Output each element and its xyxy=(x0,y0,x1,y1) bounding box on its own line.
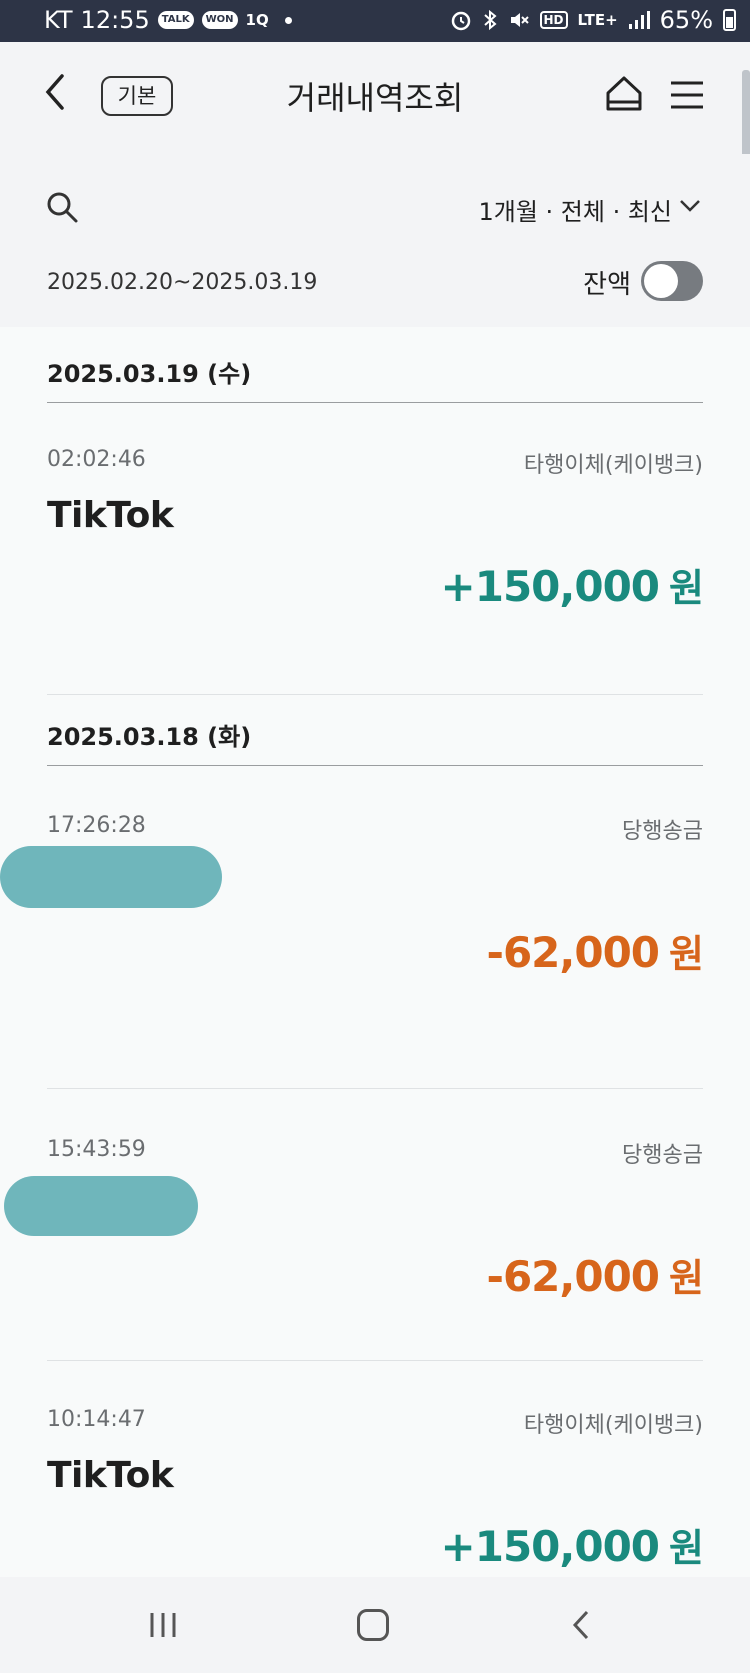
transaction-item[interactable]: 17:26:28 당행송금 -62,000 원 xyxy=(0,813,750,1063)
transaction-time: 15:43:59 xyxy=(47,1137,146,1162)
scrollbar-thumb[interactable] xyxy=(742,70,750,162)
bluetooth-icon xyxy=(483,9,497,31)
system-nav-bar xyxy=(0,1577,750,1673)
search-icon[interactable] xyxy=(45,190,79,224)
currency-unit: 원 xyxy=(669,1256,704,1300)
amount-sign: + xyxy=(440,1522,476,1571)
transaction-type: 타행이체(케이뱅크) xyxy=(523,1413,703,1438)
balance-toggle[interactable] xyxy=(641,261,703,301)
carrier-label: KT xyxy=(44,6,73,34)
kakaotalk-icon: TALK xyxy=(157,11,194,29)
date-header: 2025.03.19 (수) xyxy=(47,360,252,388)
home-button-icon[interactable] xyxy=(357,1609,389,1641)
alarm-icon xyxy=(451,11,470,31)
redaction-mark xyxy=(0,846,222,908)
divider xyxy=(47,1088,703,1089)
chevron-down-icon[interactable] xyxy=(678,198,702,214)
amount-value: 62,000 xyxy=(502,1252,660,1301)
status-left: KT 12:55 TALK WON 1Q xyxy=(44,6,292,34)
amount-sign: - xyxy=(486,1252,504,1301)
currency-unit: 원 xyxy=(669,566,704,610)
battery-percent: 65% xyxy=(659,6,713,34)
battery-icon xyxy=(723,9,736,31)
status-bar: KT 12:55 TALK WON 1Q HD LTE+ 65% xyxy=(0,0,750,42)
transaction-time: 10:14:47 xyxy=(47,1407,146,1432)
date-range: 2025.02.20~2025.03.19 xyxy=(47,270,318,295)
won-app-icon: WON xyxy=(201,11,238,29)
currency-unit: 원 xyxy=(669,932,704,976)
status-right: HD LTE+ 65% xyxy=(450,6,736,34)
transaction-list: 2025.03.19 (수) 02:02:46 타행이체(케이뱅크) TikTo… xyxy=(0,327,750,1577)
transaction-type: 당행송금 xyxy=(622,1143,703,1168)
amount-value: 150,000 xyxy=(474,1522,660,1571)
hd-voice-icon: HD xyxy=(539,11,568,29)
transaction-amount: +150,000 원 xyxy=(440,1517,704,1572)
clock: 12:55 xyxy=(80,6,150,34)
transaction-item[interactable]: 02:02:46 타행이체(케이뱅크) TikTok +150,000 원 xyxy=(0,447,750,697)
transaction-item[interactable]: 15:43:59 당행송금 -62,000 원 xyxy=(0,1137,750,1387)
transaction-name: TikTok xyxy=(47,1455,174,1496)
divider xyxy=(47,765,703,766)
transaction-amount: -62,000 원 xyxy=(486,1247,704,1302)
notification-dot-icon xyxy=(284,16,292,24)
toggle-knob xyxy=(644,264,678,298)
transaction-time: 17:26:28 xyxy=(47,813,146,838)
currency-unit: 원 xyxy=(669,1526,704,1570)
balance-toggle-label: 잔액 xyxy=(583,270,631,300)
transaction-amount: -62,000 원 xyxy=(486,923,704,978)
divider xyxy=(47,1360,703,1361)
divider xyxy=(47,402,703,403)
amount-value: 150,000 xyxy=(474,562,660,611)
transaction-time: 02:02:46 xyxy=(47,447,146,472)
network-type-label: LTE+ xyxy=(577,11,618,29)
filter-summary[interactable]: 1개월 · 전체 · 최신 xyxy=(478,192,672,227)
transaction-name: TikTok xyxy=(47,495,174,536)
divider xyxy=(47,694,703,695)
back-nav-icon[interactable] xyxy=(570,1609,592,1641)
mute-icon xyxy=(510,13,529,27)
menu-icon[interactable] xyxy=(669,80,705,110)
transaction-type: 당행송금 xyxy=(622,819,703,844)
home-icon[interactable] xyxy=(605,74,643,114)
transaction-type: 타행이체(케이뱅크) xyxy=(523,453,703,478)
amount-sign: + xyxy=(440,562,476,611)
filter-panel: 1개월 · 전체 · 최신 2025.02.20~2025.03.19 잔액 xyxy=(0,154,750,327)
redaction-mark xyxy=(4,1176,198,1236)
one-q-app-icon: 1Q xyxy=(245,11,269,29)
recent-apps-icon[interactable] xyxy=(148,1611,178,1639)
date-header: 2025.03.18 (화) xyxy=(47,723,252,751)
amount-sign: - xyxy=(486,928,504,977)
transaction-amount: +150,000 원 xyxy=(440,557,704,612)
amount-value: 62,000 xyxy=(502,928,660,977)
app-header: 기본 거래내역조회 xyxy=(0,42,750,154)
signal-icon xyxy=(628,11,650,29)
